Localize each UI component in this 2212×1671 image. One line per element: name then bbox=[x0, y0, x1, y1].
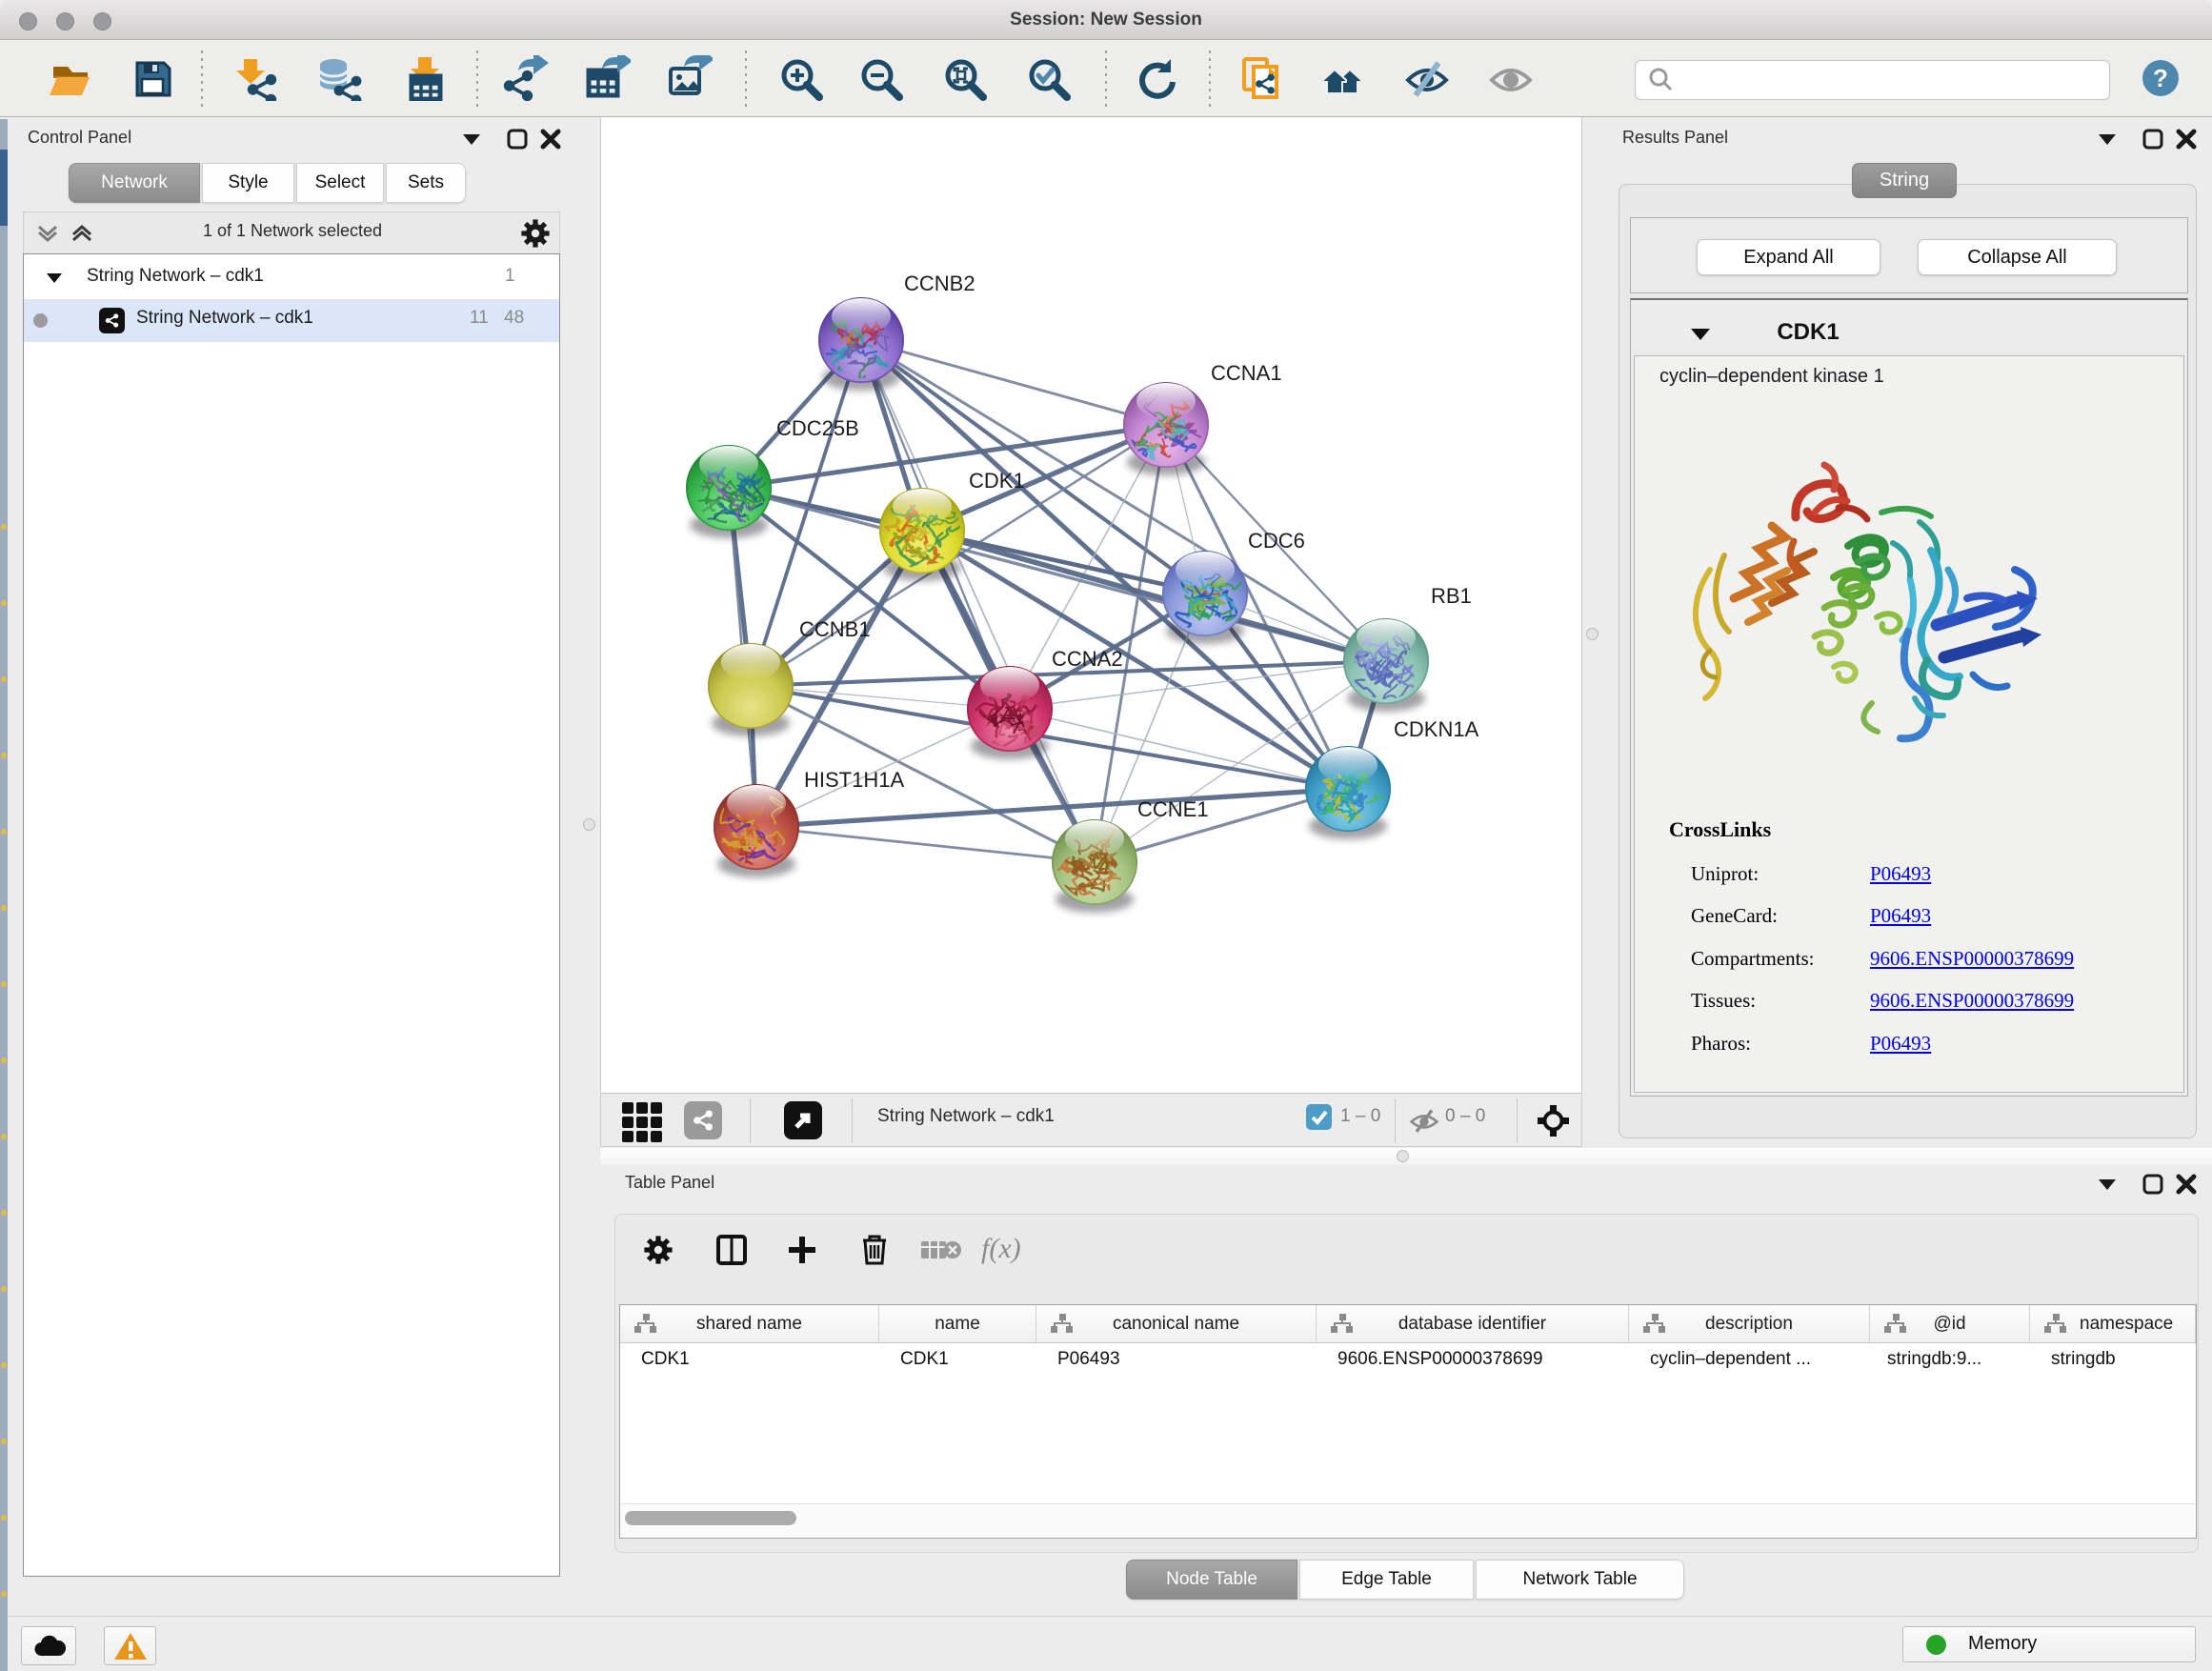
svg-text:CCNA2: CCNA2 bbox=[1052, 647, 1123, 671]
svg-text:HIST1H1A: HIST1H1A bbox=[804, 768, 904, 792]
svg-text:CDKN1A: CDKN1A bbox=[1394, 717, 1479, 741]
svg-text:CCNB1: CCNB1 bbox=[799, 617, 871, 641]
svg-text:RB1: RB1 bbox=[1431, 584, 1472, 608]
svg-text:CDC6: CDC6 bbox=[1248, 529, 1305, 553]
svg-text:CCNE1: CCNE1 bbox=[1137, 797, 1209, 821]
svg-text:CDC25B: CDC25B bbox=[776, 416, 859, 440]
svg-text:CCNA1: CCNA1 bbox=[1211, 361, 1282, 385]
svg-text:CDK1: CDK1 bbox=[969, 469, 1025, 493]
svg-text:CCNB2: CCNB2 bbox=[904, 272, 975, 295]
